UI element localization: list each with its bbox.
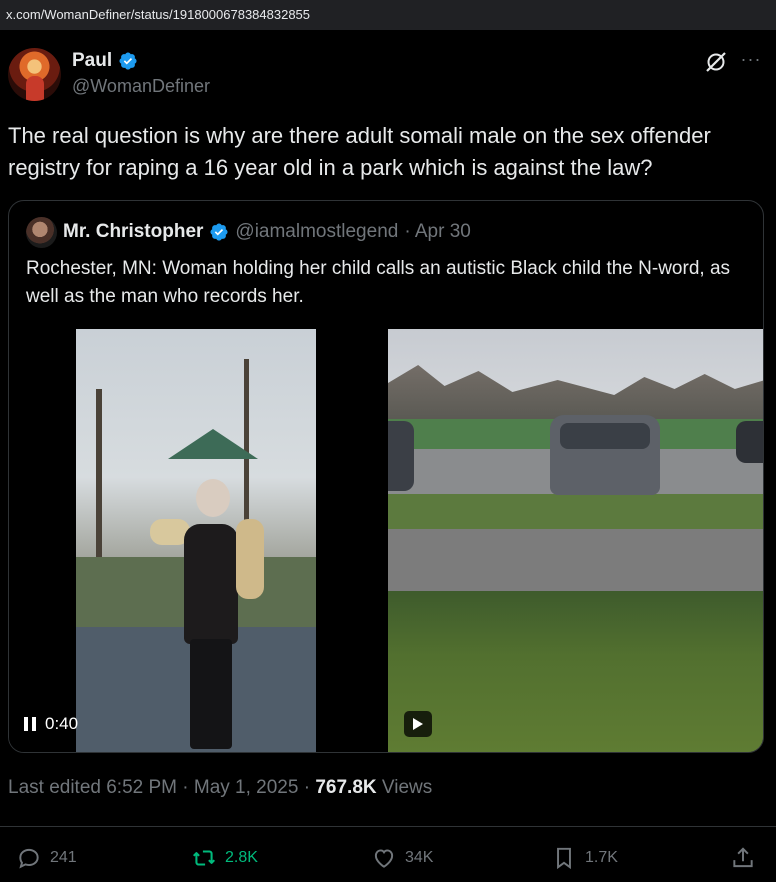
post-meta: Last edited 6:52 PM · May 1, 2025 · 767.… [8, 777, 432, 799]
quoted-post-date[interactable]: · Apr 30 [404, 221, 471, 243]
views-count: 767.8K [315, 777, 377, 798]
grok-icon[interactable] [703, 49, 729, 75]
post-text: The real question is why are there adult… [8, 123, 711, 180]
action-bar: 241 2.8K 34K 1.7K [0, 842, 776, 874]
quoted-post-header: Mr. Christopher @iamalmostlegend · Apr 3… [63, 220, 471, 244]
views-label: Views [381, 777, 433, 798]
author-name-row: Paul [72, 50, 138, 72]
quoted-post-text: Rochester, MN: Woman holding her child c… [26, 258, 731, 307]
video-controls[interactable]: 0:40 [23, 711, 78, 737]
like-button[interactable]: 34K [371, 842, 433, 874]
author-avatar[interactable] [8, 48, 61, 101]
more-icon[interactable]: ··· [740, 48, 762, 72]
author-handle[interactable]: @WomanDefiner [72, 76, 210, 97]
reply-button[interactable]: 241 [16, 842, 77, 874]
quoted-post[interactable]: Mr. Christopher @iamalmostlegend · Apr 3… [8, 200, 764, 753]
pause-icon[interactable] [23, 716, 37, 732]
bookmark-icon [557, 847, 571, 870]
video-left[interactable] [76, 329, 316, 752]
heart-icon [374, 849, 394, 868]
play-icon [413, 718, 423, 730]
bookmark-button[interactable]: 1.7K [551, 842, 618, 874]
video-time: 0:40 [45, 714, 79, 733]
address-bar[interactable]: x.com/WomanDefiner/status/19180006783848… [0, 0, 776, 30]
edited-timestamp[interactable]: Last edited 6:52 PM · May 1, 2025 · [8, 777, 310, 798]
play-button[interactable] [404, 711, 432, 737]
repost-button[interactable]: 2.8K [191, 842, 258, 874]
quoted-author-avatar[interactable] [26, 217, 57, 248]
quoted-author-name[interactable]: Mr. Christopher [63, 221, 203, 243]
share-button[interactable] [730, 842, 756, 874]
like-count: 34K [405, 849, 434, 866]
media-grid[interactable]: 0:40 [9, 329, 763, 752]
verified-badge-icon [210, 223, 228, 241]
video-right[interactable] [388, 329, 763, 752]
divider [0, 826, 776, 827]
repost-icon [192, 850, 216, 866]
quoted-author-handle[interactable]: @iamalmostlegend [235, 221, 398, 243]
verified-badge-icon [119, 52, 137, 70]
reply-icon [19, 848, 39, 869]
share-icon [733, 847, 753, 868]
author-name[interactable]: Paul [72, 50, 112, 72]
reply-count: 241 [50, 849, 77, 866]
repost-count: 2.8K [225, 849, 258, 866]
bookmark-count: 1.7K [585, 849, 618, 866]
